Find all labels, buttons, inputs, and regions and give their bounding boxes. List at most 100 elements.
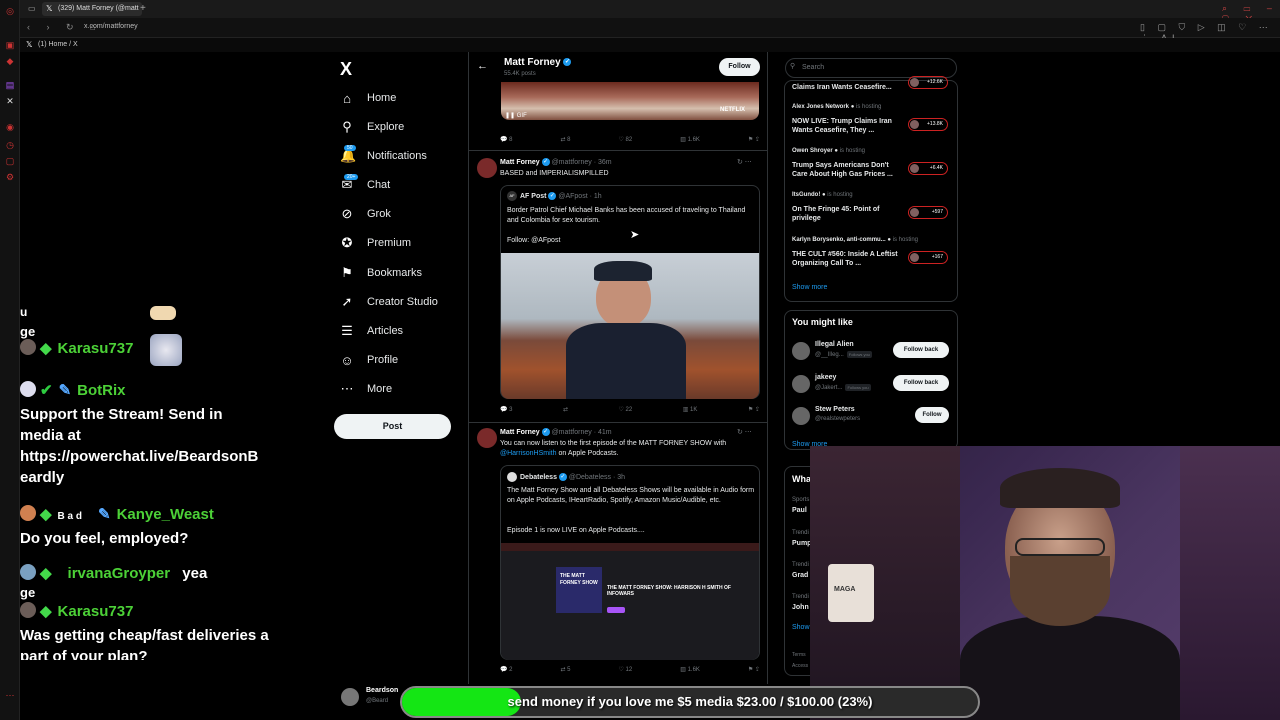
avatar bbox=[20, 339, 36, 355]
listener-count[interactable]: +12.6K bbox=[908, 76, 948, 89]
browser-tab[interactable]: 𝕏 (329) Matt Forney (@matt bbox=[42, 2, 142, 16]
url-field[interactable]: x.com/mattforney bbox=[84, 23, 138, 30]
nav-item-chat[interactable]: ✉ 20+ Chat bbox=[340, 174, 390, 196]
nav-item-articles[interactable]: ☰ Articles bbox=[340, 320, 403, 342]
tab-title: (329) Matt Forney (@matt bbox=[58, 5, 139, 12]
bookmark-share-icons[interactable]: ⚑ ⇪ bbox=[748, 406, 760, 413]
follow-button[interactable]: Follow bbox=[915, 407, 949, 423]
reply-button[interactable]: 💬 3 bbox=[500, 406, 512, 413]
reply-button[interactable]: 💬 2 bbox=[500, 666, 512, 673]
bookmark-share-icons[interactable]: ⚑ ⇪ bbox=[748, 666, 760, 673]
gif-media[interactable] bbox=[501, 82, 759, 120]
follow-back-button[interactable]: Follow back bbox=[893, 375, 949, 391]
avatar[interactable] bbox=[792, 342, 810, 360]
nav-label: Articles bbox=[367, 325, 404, 337]
like-button[interactable]: ♡ 22 bbox=[618, 406, 632, 413]
like-button[interactable]: ♡ 12 bbox=[619, 666, 633, 673]
avatar[interactable] bbox=[477, 428, 497, 448]
like-button[interactable]: ♡ 82 bbox=[619, 136, 633, 143]
avatar[interactable] bbox=[477, 158, 497, 178]
live-host[interactable]: ItsGundo! ● is hosting bbox=[792, 192, 853, 198]
nav-item-home[interactable]: ⌂ Home bbox=[340, 87, 396, 109]
live-host[interactable]: Owen Shroyer ● is hosting bbox=[792, 148, 865, 154]
listener-count[interactable]: +13.8K bbox=[908, 118, 948, 131]
reply-button[interactable]: 💬 8 bbox=[500, 136, 512, 143]
live-title[interactable]: On The Fringe 45: Point of privilege bbox=[792, 205, 904, 223]
nav-item-more[interactable]: ⋯ More bbox=[340, 378, 393, 400]
avatar[interactable] bbox=[341, 688, 359, 706]
suggestion-name[interactable]: Stew Peters bbox=[815, 406, 855, 413]
x-app-icon[interactable]: ✕ bbox=[5, 96, 15, 106]
live-title[interactable]: THE CULT #560: Inside A Leftist Organizi… bbox=[792, 250, 904, 268]
nav-item-explore[interactable]: ⚲ Explore bbox=[340, 116, 404, 138]
views-button[interactable]: ▥ 1.6K bbox=[680, 666, 700, 673]
live-title[interactable]: NOW LIVE: Trump Claims Iran Wants Ceasef… bbox=[792, 117, 904, 135]
twitch-icon[interactable]: ▤ bbox=[5, 80, 15, 90]
tweet-author[interactable]: Matt Forney ✓ @mattforney · 41m bbox=[500, 428, 612, 436]
search-input[interactable]: Search bbox=[785, 58, 957, 78]
repost-button[interactable]: ⇄ bbox=[563, 406, 568, 413]
tweet-author[interactable]: Matt Forney ✓ @mattforney · 36m bbox=[500, 158, 612, 166]
bookmark-home[interactable]: (1) Home / X bbox=[38, 41, 78, 48]
tweet-photo[interactable] bbox=[501, 253, 759, 399]
views-button[interactable]: ▥ 1.6K bbox=[680, 136, 700, 143]
grok-explain-icon[interactable]: ↻ ⋯ bbox=[737, 428, 752, 436]
quote-text: The Matt Forney Show and all Debateless … bbox=[507, 487, 755, 504]
nav-item-notifications[interactable]: 🔔 50 Notifications bbox=[340, 145, 427, 167]
x-logo-icon[interactable]: X bbox=[340, 59, 352, 80]
follow-back-button[interactable]: Follow back bbox=[893, 342, 949, 358]
gif-play-icon[interactable]: ❚❚ GIF bbox=[505, 112, 527, 119]
nav-item-creator-studio[interactable]: ➚ Creator Studio bbox=[340, 291, 438, 313]
nav-item-bookmarks[interactable]: ⚑ Bookmarks bbox=[340, 262, 422, 284]
mention-link[interactable]: @HarrisonHSmith bbox=[500, 450, 557, 457]
streamer-body bbox=[960, 616, 1180, 720]
nav-item-grok[interactable]: ⊘ Grok bbox=[340, 203, 391, 225]
grok-explain-icon[interactable]: ↻ ⋯ bbox=[737, 158, 752, 166]
trend-name[interactable]: John bbox=[792, 604, 809, 611]
listener-count[interactable]: +597 bbox=[908, 206, 948, 219]
sidebar-app-icon[interactable]: ⋯ bbox=[5, 690, 15, 700]
sidebar-app-icon[interactable]: ▢ bbox=[5, 156, 15, 166]
show-more-link[interactable]: Show bbox=[792, 624, 810, 631]
sidebar-app-icon[interactable]: ◉ bbox=[5, 122, 15, 132]
back-arrow-icon[interactable]: ← bbox=[477, 60, 488, 72]
live-title[interactable]: Trump Says Americans Don't Care About Hi… bbox=[792, 161, 904, 179]
accessibility-link[interactable]: Access bbox=[792, 663, 808, 669]
live-host[interactable]: Alex Jones Network ● is hosting bbox=[792, 104, 881, 110]
sidebar-app-icon[interactable]: ▣ bbox=[5, 40, 15, 50]
listener-count[interactable]: +6.4K bbox=[908, 162, 948, 175]
account-name[interactable]: Beardson bbox=[366, 687, 398, 694]
nav-item-profile[interactable]: ☺ Profile bbox=[340, 349, 398, 371]
trend-category: Trendi bbox=[792, 562, 809, 568]
new-tab-button[interactable]: + bbox=[140, 3, 146, 14]
sidebar-app-icon[interactable]: ◆ bbox=[5, 56, 15, 66]
chat-user-line: ✔ ✎ BotRix bbox=[20, 380, 126, 401]
suggestion-name[interactable]: Illegal Alien bbox=[815, 341, 854, 348]
suggestion-name[interactable]: jakeey bbox=[815, 374, 836, 381]
repost-button[interactable]: ⇄ 8 bbox=[560, 136, 570, 143]
podcast-screenshot[interactable]: THE MATT FORNEY SHOW THE MATT FORNEY SHO… bbox=[501, 543, 759, 660]
tab-list-icon[interactable]: ▭ bbox=[28, 4, 36, 13]
avatar[interactable] bbox=[792, 375, 810, 393]
sidebar-app-icon[interactable]: ⚙ bbox=[5, 172, 15, 182]
bookmark-share-icons[interactable]: ⚑ ⇪ bbox=[748, 136, 760, 143]
show-more-link[interactable]: Show more bbox=[792, 284, 827, 291]
follow-button[interactable]: Follow bbox=[719, 58, 760, 76]
live-title[interactable]: Claims Iran Wants Ceasefire... bbox=[792, 83, 904, 92]
trend-name[interactable]: Pump bbox=[792, 540, 811, 547]
repost-button[interactable]: ⇄ 5 bbox=[560, 666, 570, 673]
avatar[interactable] bbox=[792, 407, 810, 425]
terms-link[interactable]: Terms bbox=[792, 652, 806, 658]
post-button[interactable]: Post bbox=[334, 414, 451, 439]
listener-count[interactable]: +167 bbox=[908, 251, 948, 264]
browser-logo-icon[interactable]: ◎ bbox=[5, 6, 15, 16]
chat-icon: ✉ 20+ bbox=[340, 174, 359, 193]
trend-name[interactable]: Paul bbox=[792, 507, 807, 514]
live-host[interactable]: Karlyn Borysenko, anti-commu... ● is hos… bbox=[792, 237, 918, 243]
sidebar-app-icon[interactable]: ◷ bbox=[5, 140, 15, 150]
chat-user-line: ◆ Karasu737 bbox=[20, 601, 133, 622]
views-button[interactable]: ▥ 1K bbox=[683, 406, 698, 413]
nav-item-premium[interactable]: ✪ Premium bbox=[340, 232, 411, 254]
tweet-divider bbox=[469, 422, 767, 423]
trend-name[interactable]: Grad bbox=[792, 572, 808, 579]
